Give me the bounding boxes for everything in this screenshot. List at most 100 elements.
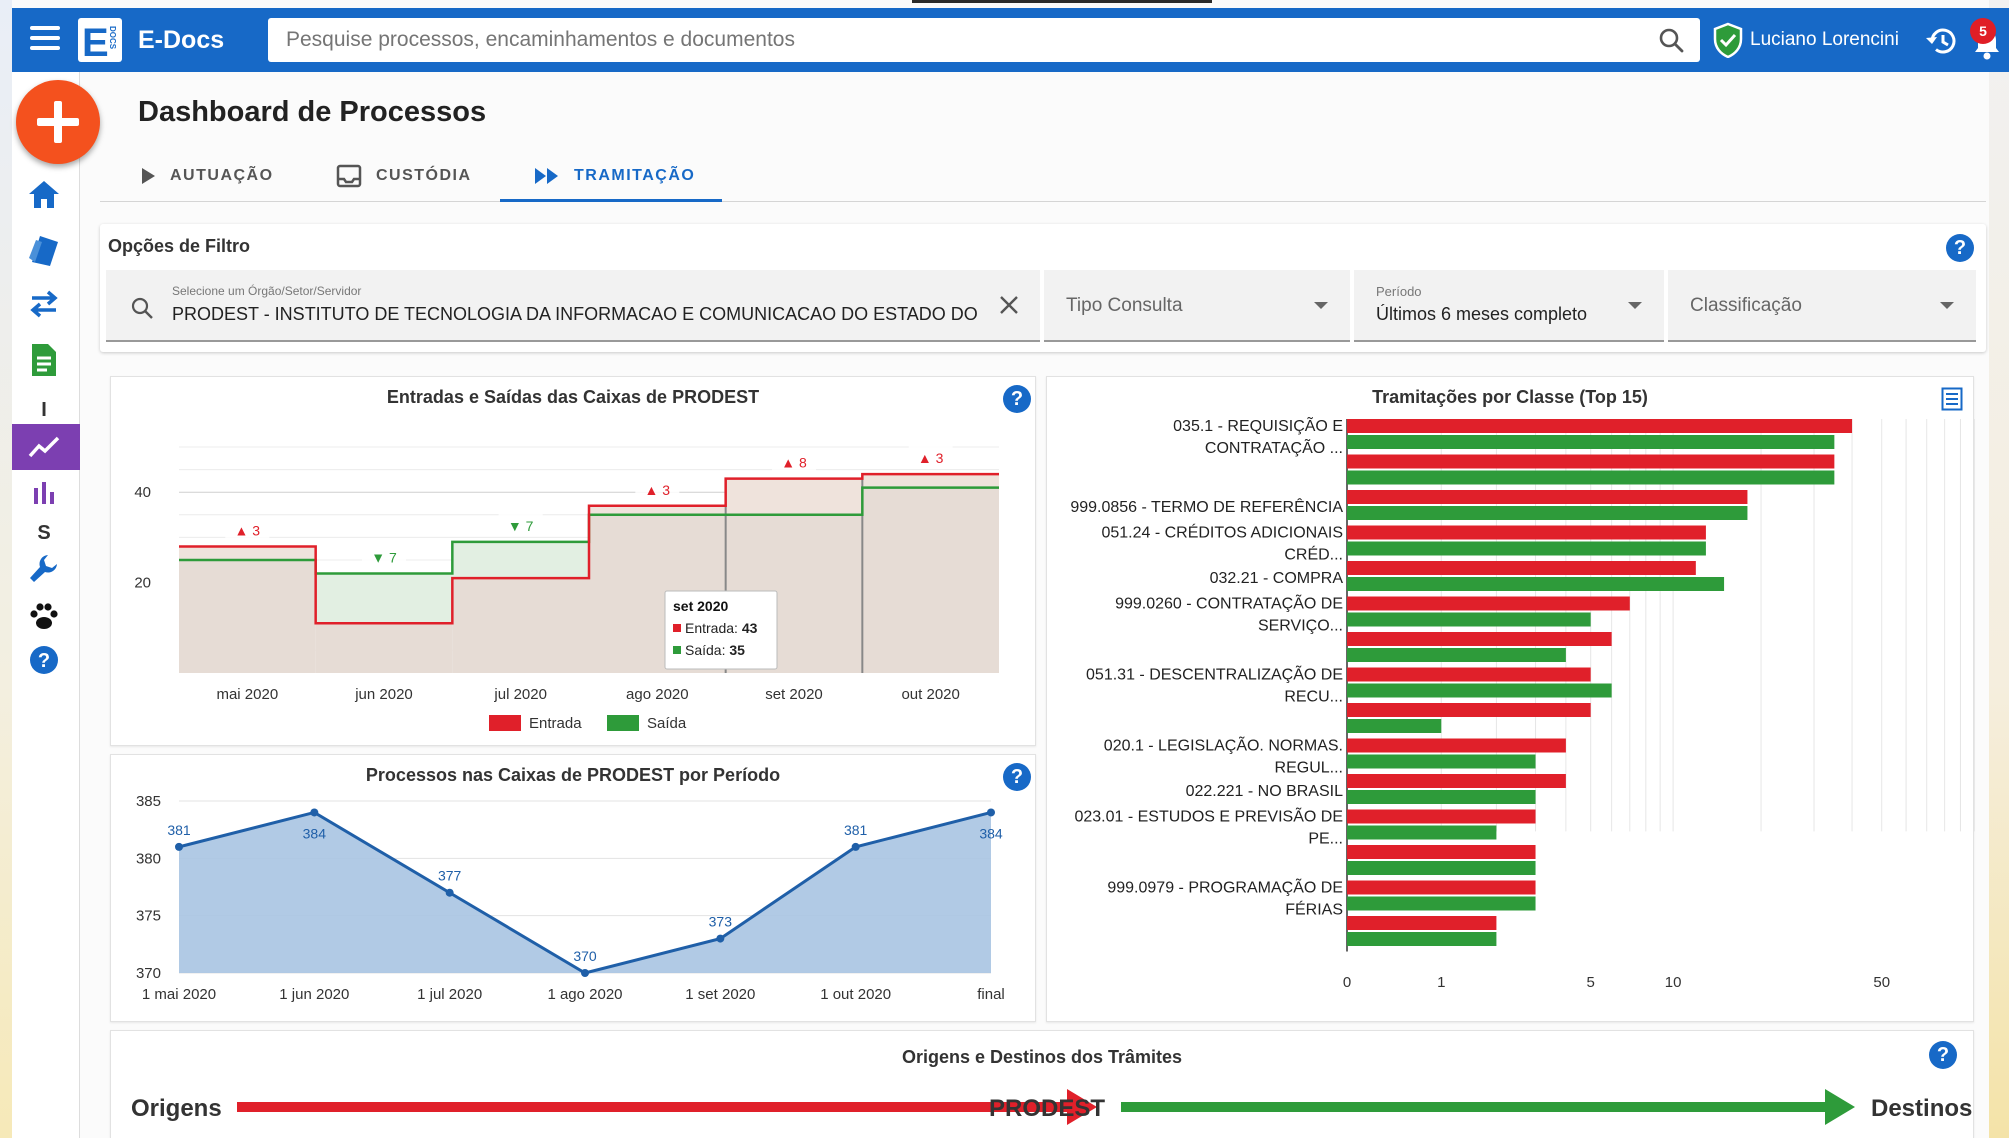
periodo-value: Últimos 6 meses completo xyxy=(1376,304,1588,324)
wrench-icon[interactable] xyxy=(24,548,64,588)
entrada-bar xyxy=(1347,490,1748,504)
data-point xyxy=(581,969,589,977)
category-label: 032.21 - COMPRA xyxy=(1210,570,1344,587)
saida-bar xyxy=(1347,719,1442,733)
periodo-label: Período xyxy=(1376,284,1422,299)
svg-text:?: ? xyxy=(38,650,50,672)
tipo-consulta-placeholder: Tipo Consulta xyxy=(1066,295,1183,316)
app-name[interactable]: E-Docs xyxy=(138,26,224,55)
classificacao-placeholder: Classificação xyxy=(1690,295,1802,316)
x-tick-label: 1 jun 2020 xyxy=(279,986,349,1003)
category-label: 020.1 - LEGISLAÇÃO. NORMAS. xyxy=(1104,735,1343,755)
area-fill xyxy=(179,560,316,673)
diff-fill xyxy=(589,505,726,515)
sidebar-section-letter: S xyxy=(37,522,51,544)
entradas-saidas-card: Entradas e Saídas das Caixas de PRODEST … xyxy=(110,376,1036,746)
entrada-bar xyxy=(1347,632,1612,646)
change-annotation: ▲ 3 xyxy=(235,522,261,538)
saida-bar xyxy=(1347,896,1536,911)
search-icon xyxy=(131,297,153,319)
clear-icon[interactable] xyxy=(998,294,1020,316)
legend-swatch xyxy=(489,715,521,731)
entrada-bar xyxy=(1347,596,1630,611)
orgao-select-field[interactable]: Selecione um Órgão/Setor/Servidor PRODES… xyxy=(106,270,1040,342)
create-process-button[interactable] xyxy=(16,80,100,164)
home-icon[interactable] xyxy=(24,174,64,214)
y-tick-label: 20 xyxy=(134,575,151,592)
chevron-down-icon xyxy=(1628,302,1642,309)
entrada-bar xyxy=(1347,561,1696,575)
category-label: REGUL... xyxy=(1275,760,1343,777)
search-input[interactable] xyxy=(286,26,1586,54)
menu-icon[interactable] xyxy=(30,26,60,54)
category-label: 051.24 - CRÉDITOS ADICIONAIS xyxy=(1101,523,1343,542)
saida-bar xyxy=(1347,754,1536,769)
category-label: 051.31 - DESCENTRALIZAÇÃO DE xyxy=(1086,664,1343,684)
entrada-bar xyxy=(1347,419,1853,433)
category-label: 999.0979 - PROGRAMAÇÃO DE xyxy=(1107,877,1343,897)
filter-title: Opções de Filtro xyxy=(108,236,251,256)
x-tick-label: 1 ago 2020 xyxy=(547,986,622,1003)
x-tick-label: 1 out 2020 xyxy=(820,986,891,1003)
tipo-consulta-select[interactable]: Tipo Consulta xyxy=(1044,270,1350,342)
y-tick-label: 375 xyxy=(136,908,161,925)
tab-label: CUSTÓDIA xyxy=(376,167,472,184)
center-node-label[interactable]: PRODEST xyxy=(989,1095,1105,1123)
legend-swatch xyxy=(607,715,639,731)
classificacao-select[interactable]: Classificação xyxy=(1668,270,1976,342)
help-icon[interactable]: ? xyxy=(1929,1041,1957,1069)
file-text-icon[interactable] xyxy=(24,340,64,380)
paw-icon[interactable] xyxy=(24,596,64,636)
change-annotation: ▲ 3 xyxy=(918,450,944,466)
diff-fill xyxy=(725,478,863,515)
entrada-bar xyxy=(1347,880,1536,895)
saida-bar xyxy=(1347,861,1536,875)
documents-icon[interactable] xyxy=(24,230,64,270)
x-tick-label: 1 xyxy=(1437,974,1445,991)
help-icon[interactable]: ? xyxy=(1946,234,1974,262)
data-point xyxy=(175,842,183,851)
notification-badge[interactable]: 5 xyxy=(1970,18,1996,44)
search-bar[interactable] xyxy=(268,18,1700,62)
y-tick-label: 380 xyxy=(136,850,161,867)
diff-fill xyxy=(452,541,589,579)
tab-autuacao[interactable]: AUTUAÇÃO xyxy=(140,150,274,202)
category-label: RECU... xyxy=(1284,689,1343,706)
chevron-down-icon xyxy=(1314,302,1328,309)
user-menu[interactable]: Luciano Lorencini xyxy=(1712,18,1899,62)
data-label: 381 xyxy=(844,822,868,838)
help-icon[interactable]: ? xyxy=(24,640,64,680)
active-tab-indicator xyxy=(500,199,722,202)
search-icon[interactable] xyxy=(1658,27,1684,53)
legend-label: Entrada xyxy=(529,715,582,732)
edocs-logo[interactable]: E DOCS xyxy=(76,16,124,65)
tab-custodia[interactable]: CUSTÓDIA xyxy=(336,150,472,202)
history-icon[interactable] xyxy=(1924,26,1958,56)
data-point xyxy=(987,808,995,817)
tooltip-swatch xyxy=(673,624,681,632)
diff-fill xyxy=(862,474,999,488)
tooltip-value: 35 xyxy=(729,642,745,658)
x-tick-label: 50 xyxy=(1873,974,1890,991)
user-name[interactable]: Luciano Lorencini xyxy=(1750,29,1899,51)
transfer-icon[interactable] xyxy=(24,284,64,324)
x-tick-label: 1 mai 2020 xyxy=(142,986,216,1003)
bar-chart-icon[interactable] xyxy=(24,472,64,512)
origens-destinos-card: Origens e Destinos dos Trâmites ? Origen… xyxy=(110,1030,1974,1138)
top-app-bar: E DOCS E-Docs Luciano Lorencini 5 xyxy=(12,0,2009,72)
tooltip-swatch xyxy=(673,646,681,654)
category-label: 022.221 - NO BRASIL xyxy=(1186,783,1344,800)
entrada-bar xyxy=(1347,525,1706,540)
line-chart-icon[interactable] xyxy=(24,427,64,467)
origens-arrow xyxy=(237,1089,1097,1125)
periodo-select[interactable]: Período Últimos 6 meses completo xyxy=(1354,270,1664,342)
tab-label: AUTUAÇÃO xyxy=(170,167,274,184)
tooltip-title: set 2020 xyxy=(673,598,728,614)
saida-bar xyxy=(1347,612,1591,627)
x-tick-label: 5 xyxy=(1587,974,1595,991)
x-tick-label: jul 2020 xyxy=(493,686,547,703)
filter-panel: Opções de Filtro ? Selecione um Órgão/Se… xyxy=(100,224,1986,352)
x-tick-label: ago 2020 xyxy=(626,686,689,703)
tab-tramitacao[interactable]: TRAMITAÇÃO xyxy=(534,150,695,202)
data-label: 373 xyxy=(709,914,733,930)
